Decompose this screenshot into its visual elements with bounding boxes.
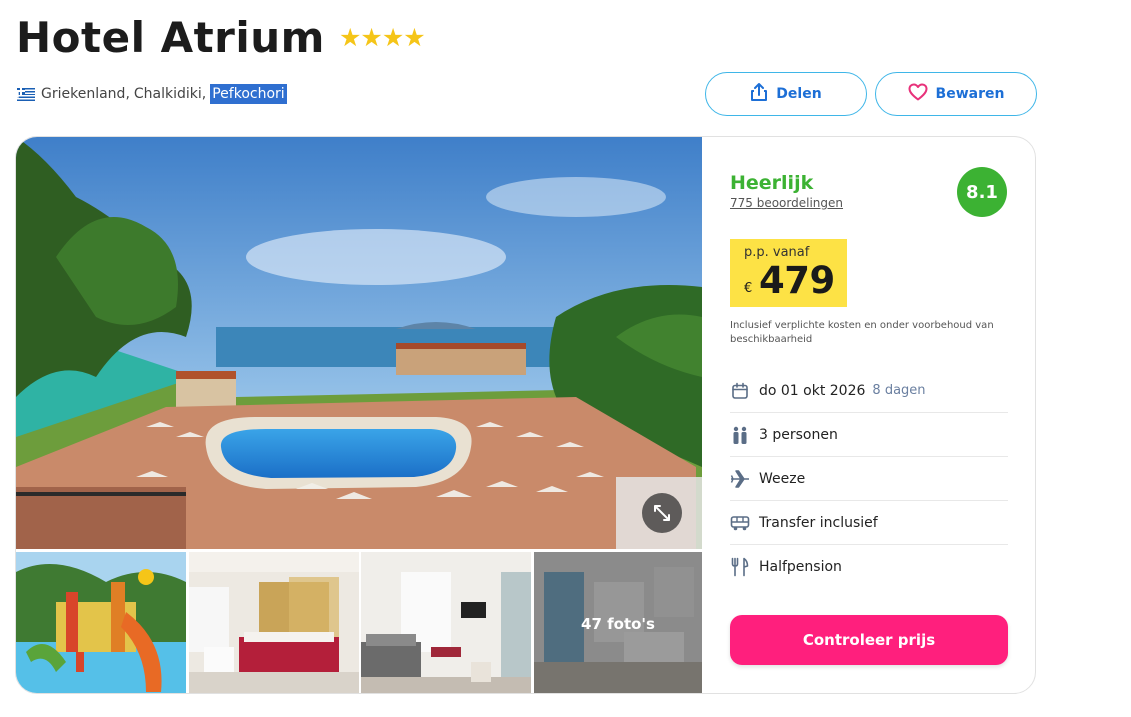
- detail-departure: Weeze: [730, 457, 1008, 501]
- share-button[interactable]: Delen: [705, 72, 867, 116]
- detail-transfer: Transfer inclusief: [730, 501, 1008, 545]
- save-button[interactable]: Bewaren: [875, 72, 1037, 116]
- location-country[interactable]: Griekenland: [41, 84, 125, 104]
- location-breadcrumb: Griekenland, Chalkidiki, Pefkochori: [17, 84, 287, 104]
- cutlery-icon: [730, 557, 750, 577]
- share-icon: [750, 82, 768, 106]
- trip-details-list: do 01 okt 2026 8 dagen 3 personen Weeze: [730, 369, 1008, 589]
- heart-icon: [908, 83, 928, 105]
- detail-board: Halfpension: [730, 545, 1008, 589]
- booking-panel: Heerlijk 775 beoordelingen 8.1 p.p. vana…: [702, 137, 1035, 693]
- check-price-button[interactable]: Controleer prijs: [730, 615, 1008, 665]
- price-amount: 479: [759, 259, 835, 302]
- detail-board-text: Halfpension: [759, 559, 842, 575]
- location-region[interactable]: Chalkidiki: [134, 84, 202, 104]
- rating-word: Heerlijk: [730, 172, 814, 194]
- rating-score-badge: 8.1: [957, 167, 1007, 217]
- hotel-card: 47 foto's Heerlijk 775 beoordelingen 8.1…: [15, 136, 1036, 694]
- detail-persons-text: 3 personen: [759, 426, 838, 443]
- thumbnail-waterpark[interactable]: [16, 552, 186, 693]
- location-town[interactable]: Pefkochori: [210, 84, 287, 104]
- more-photos-label: 47 foto's: [534, 552, 702, 693]
- price-currency: €: [744, 281, 753, 296]
- calendar-icon: [730, 381, 750, 401]
- price-box: p.p. vanaf € 479: [730, 239, 847, 307]
- detail-transfer-text: Transfer inclusief: [759, 514, 878, 531]
- hero-photo[interactable]: [16, 137, 702, 549]
- thumbnail-room[interactable]: [361, 552, 531, 693]
- expand-icon: [652, 503, 672, 523]
- star-rating: ★★★★: [339, 23, 426, 52]
- price-label: p.p. vanaf: [744, 245, 810, 260]
- hotel-title: Hotel Atrium: [16, 13, 325, 62]
- price-disclaimer: Inclusief verplichte kosten en onder voo…: [730, 320, 994, 345]
- detail-departure-text: Weeze: [759, 470, 806, 487]
- expand-photo-button[interactable]: [642, 493, 682, 533]
- detail-date-text: do 01 okt 2026: [759, 382, 866, 399]
- thumbnail-more-photos[interactable]: 47 foto's: [534, 552, 702, 693]
- detail-date: do 01 okt 2026 8 dagen: [730, 369, 1008, 413]
- reviews-link[interactable]: 775 beoordelingen: [730, 196, 843, 210]
- bus-icon: [730, 513, 750, 533]
- greece-flag-icon: [17, 87, 35, 101]
- detail-duration: 8 dagen: [872, 383, 926, 398]
- thumbnail-bedroom[interactable]: [189, 552, 359, 693]
- plane-icon: [730, 469, 750, 489]
- share-label: Delen: [776, 86, 822, 102]
- detail-persons: 3 personen: [730, 413, 1008, 457]
- save-label: Bewaren: [935, 86, 1005, 102]
- persons-icon: [730, 425, 750, 445]
